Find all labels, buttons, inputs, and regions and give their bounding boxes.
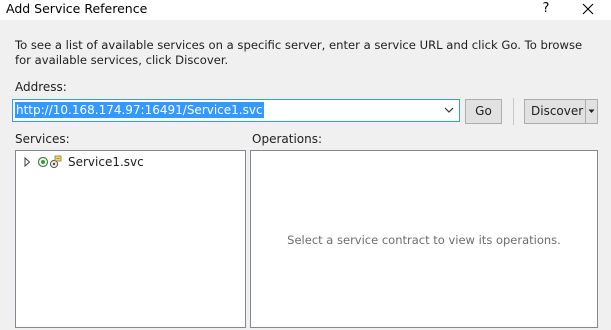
operations-placeholder: Select a service contract to view its op… (287, 233, 561, 247)
toolbar-divider (513, 98, 514, 125)
title-bar: Add Service Reference ? (0, 0, 611, 20)
operations-list[interactable]: Select a service contract to view its op… (250, 150, 598, 328)
add-service-reference-dialog: Add Service Reference ? To see a list of… (0, 0, 611, 330)
expand-arrow-icon[interactable] (22, 157, 32, 167)
tree-item-label: Service1.svc (68, 155, 144, 169)
operations-label: Operations: (252, 132, 323, 146)
services-tree[interactable]: Service1.svc (15, 150, 246, 328)
go-button[interactable]: Go (465, 99, 502, 124)
chevron-down-icon[interactable] (443, 104, 455, 116)
address-value: http://10.168.174.97:16491/Service1.svc (15, 102, 264, 118)
address-input[interactable]: http://10.168.174.97:16491/Service1.svc (12, 99, 460, 122)
address-label: Address: (15, 80, 67, 94)
service-icon (38, 155, 62, 169)
services-label: Services: (15, 132, 70, 146)
window-title: Add Service Reference (6, 1, 148, 16)
close-icon[interactable] (577, 0, 599, 18)
discover-dropdown-button[interactable] (585, 99, 598, 124)
intro-text: To see a list of available services on a… (15, 38, 583, 67)
tree-item[interactable]: Service1.svc (22, 154, 144, 170)
caret-down-icon (588, 109, 595, 113)
help-button[interactable]: ? (536, 0, 556, 18)
